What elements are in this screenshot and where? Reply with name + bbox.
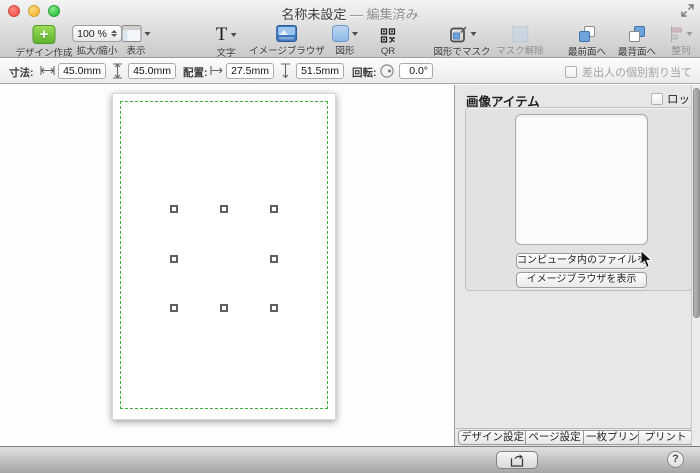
image-browser-icon — [277, 25, 298, 42]
toolbar-label: 拡大/縮小 — [77, 43, 118, 57]
window-chrome: 名称未設定 — 編集済み + デザイン作成 100 % 拡大/縮小 表示 T 文… — [0, 0, 700, 58]
chevron-down-icon — [230, 33, 236, 37]
toolbar-label: 文字 — [216, 45, 235, 59]
y-position-field[interactable] — [296, 63, 344, 79]
toolbar-create-design[interactable]: + デザイン作成 — [15, 25, 72, 57]
lock-checkbox[interactable] — [651, 93, 663, 105]
inspector-tabbar: デザイン設定 ページ設定 一枚プリント プリント — [458, 430, 693, 445]
mouse-cursor — [640, 250, 653, 269]
toolbar-image-browser[interactable]: イメージブラウザ — [249, 25, 325, 57]
selection-handle-e[interactable] — [270, 255, 278, 263]
select-file-button[interactable]: コンピュータ内のファイルを選択... — [516, 253, 647, 269]
toolbar-send-to-back[interactable]: 最背面へ — [618, 25, 656, 57]
toolbar-label: 表示 — [126, 43, 145, 57]
sender-assign-option: 差出人の個別割り当て — [565, 64, 692, 80]
toolbar-zoom-stepper[interactable]: 100 % 拡大/縮小 — [72, 25, 122, 57]
chevron-down-icon — [352, 32, 358, 36]
bottom-bar: ? — [0, 446, 700, 473]
x-position-icon — [210, 65, 223, 76]
send-to-back-icon — [628, 25, 646, 43]
document-page[interactable] — [112, 93, 336, 420]
height-arrow-icon — [112, 63, 123, 79]
zoom-stepper[interactable]: 100 % — [72, 25, 122, 42]
toolbar-qr[interactable]: QR — [381, 25, 396, 57]
rotation-dial-icon[interactable] — [380, 64, 394, 78]
y-position-icon — [280, 63, 291, 79]
shape-icon — [332, 25, 349, 42]
toolbar-label: デザイン作成 — [15, 45, 72, 59]
mask-release-icon — [512, 26, 528, 42]
mask-shape-icon — [448, 25, 467, 43]
inspector-panel: 画像アイテム ロック コンピュータ内のファイルを選択... イメージブラウザを表… — [455, 85, 700, 446]
width-arrow-icon — [40, 65, 55, 76]
height-field[interactable] — [128, 63, 176, 79]
tab-single-print[interactable]: 一枚プリント — [583, 430, 639, 445]
bring-to-front-icon — [578, 25, 596, 43]
toolbar-label: マスク解除 — [496, 43, 544, 57]
window-view-icon — [122, 25, 142, 42]
toolbar-label: イメージブラウザ — [249, 43, 325, 57]
chevron-down-icon — [687, 32, 693, 36]
toolbar-text[interactable]: T 文字 — [216, 25, 237, 57]
toolbar-label: 最前面へ — [568, 44, 606, 58]
sender-assign-label: 差出人の個別割り当て — [582, 64, 692, 80]
size-label: 寸法: — [9, 65, 34, 80]
tab-page-settings[interactable]: ページ設定 — [525, 430, 584, 445]
plus-icon: + — [32, 25, 55, 44]
tab-design-settings[interactable]: デザイン設定 — [458, 430, 526, 445]
tabbar-separator — [455, 428, 700, 429]
show-image-browser-button[interactable]: イメージブラウザを表示 — [516, 272, 647, 288]
canvas-area[interactable] — [0, 85, 454, 446]
window-title: 名称未設定 — 編集済み — [0, 4, 700, 23]
share-button[interactable] — [496, 451, 538, 469]
toolbar-label: 整列 — [671, 43, 690, 57]
toolbar-label: 図形でマスク — [433, 44, 490, 58]
toolbar-bring-to-front[interactable]: 最前面へ — [568, 25, 606, 57]
image-well[interactable] — [515, 114, 648, 245]
zoom-value: 100 % — [77, 28, 107, 40]
document-title: 名称未設定 — [281, 7, 346, 22]
rotation-label: 回転: — [352, 65, 377, 80]
selection-handle-se[interactable] — [270, 304, 278, 312]
width-field[interactable] — [58, 63, 106, 79]
align-icon — [670, 26, 684, 42]
help-button[interactable]: ? — [667, 451, 684, 468]
toolbar-align: 整列 — [670, 25, 693, 57]
share-icon — [510, 454, 524, 467]
x-position-field[interactable] — [226, 63, 274, 79]
toolbar-label: 図形 — [335, 43, 354, 57]
toolbar-label: QR — [381, 46, 395, 57]
toolbar-mask-with-shape[interactable]: 図形でマスク — [433, 25, 490, 57]
rotation-field[interactable] — [399, 63, 433, 79]
titlebar[interactable]: 名称未設定 — 編集済み — [0, 0, 700, 21]
tab-print[interactable]: プリント — [638, 430, 693, 445]
qr-code-icon — [381, 28, 396, 43]
scrollbar-thumb[interactable] — [693, 88, 700, 318]
text-T-icon: T — [216, 25, 228, 44]
format-bar: 寸法: 配置: 回転: 差出人の個別割り当て — [0, 59, 700, 84]
toolbar-label: 最背面へ — [618, 44, 656, 58]
position-label: 配置: — [183, 65, 208, 80]
image-item-groupbox: コンピュータ内のファイルを選択... イメージブラウザを表示 — [465, 107, 692, 291]
selection-handle-s[interactable] — [220, 304, 228, 312]
toolbar-view[interactable]: 表示 — [122, 25, 151, 57]
fullscreen-icon[interactable] — [681, 4, 694, 17]
chevron-down-icon — [470, 32, 476, 36]
panel-scrollbar[interactable] — [691, 85, 700, 446]
selection-handle-nw[interactable] — [170, 205, 178, 213]
stepper-arrows-icon[interactable] — [111, 30, 117, 37]
sender-assign-checkbox — [565, 66, 577, 78]
edited-state: — 編集済み — [346, 7, 418, 22]
toolbar-shape[interactable]: 図形 — [332, 25, 358, 57]
selection-handle-w[interactable] — [170, 255, 178, 263]
toolbar-mask-release: マスク解除 — [496, 25, 544, 57]
margin-guide — [120, 101, 328, 409]
chevron-down-icon — [145, 32, 151, 36]
selection-handle-sw[interactable] — [170, 304, 178, 312]
selection-handle-ne[interactable] — [270, 205, 278, 213]
selection-handle-n[interactable] — [220, 205, 228, 213]
